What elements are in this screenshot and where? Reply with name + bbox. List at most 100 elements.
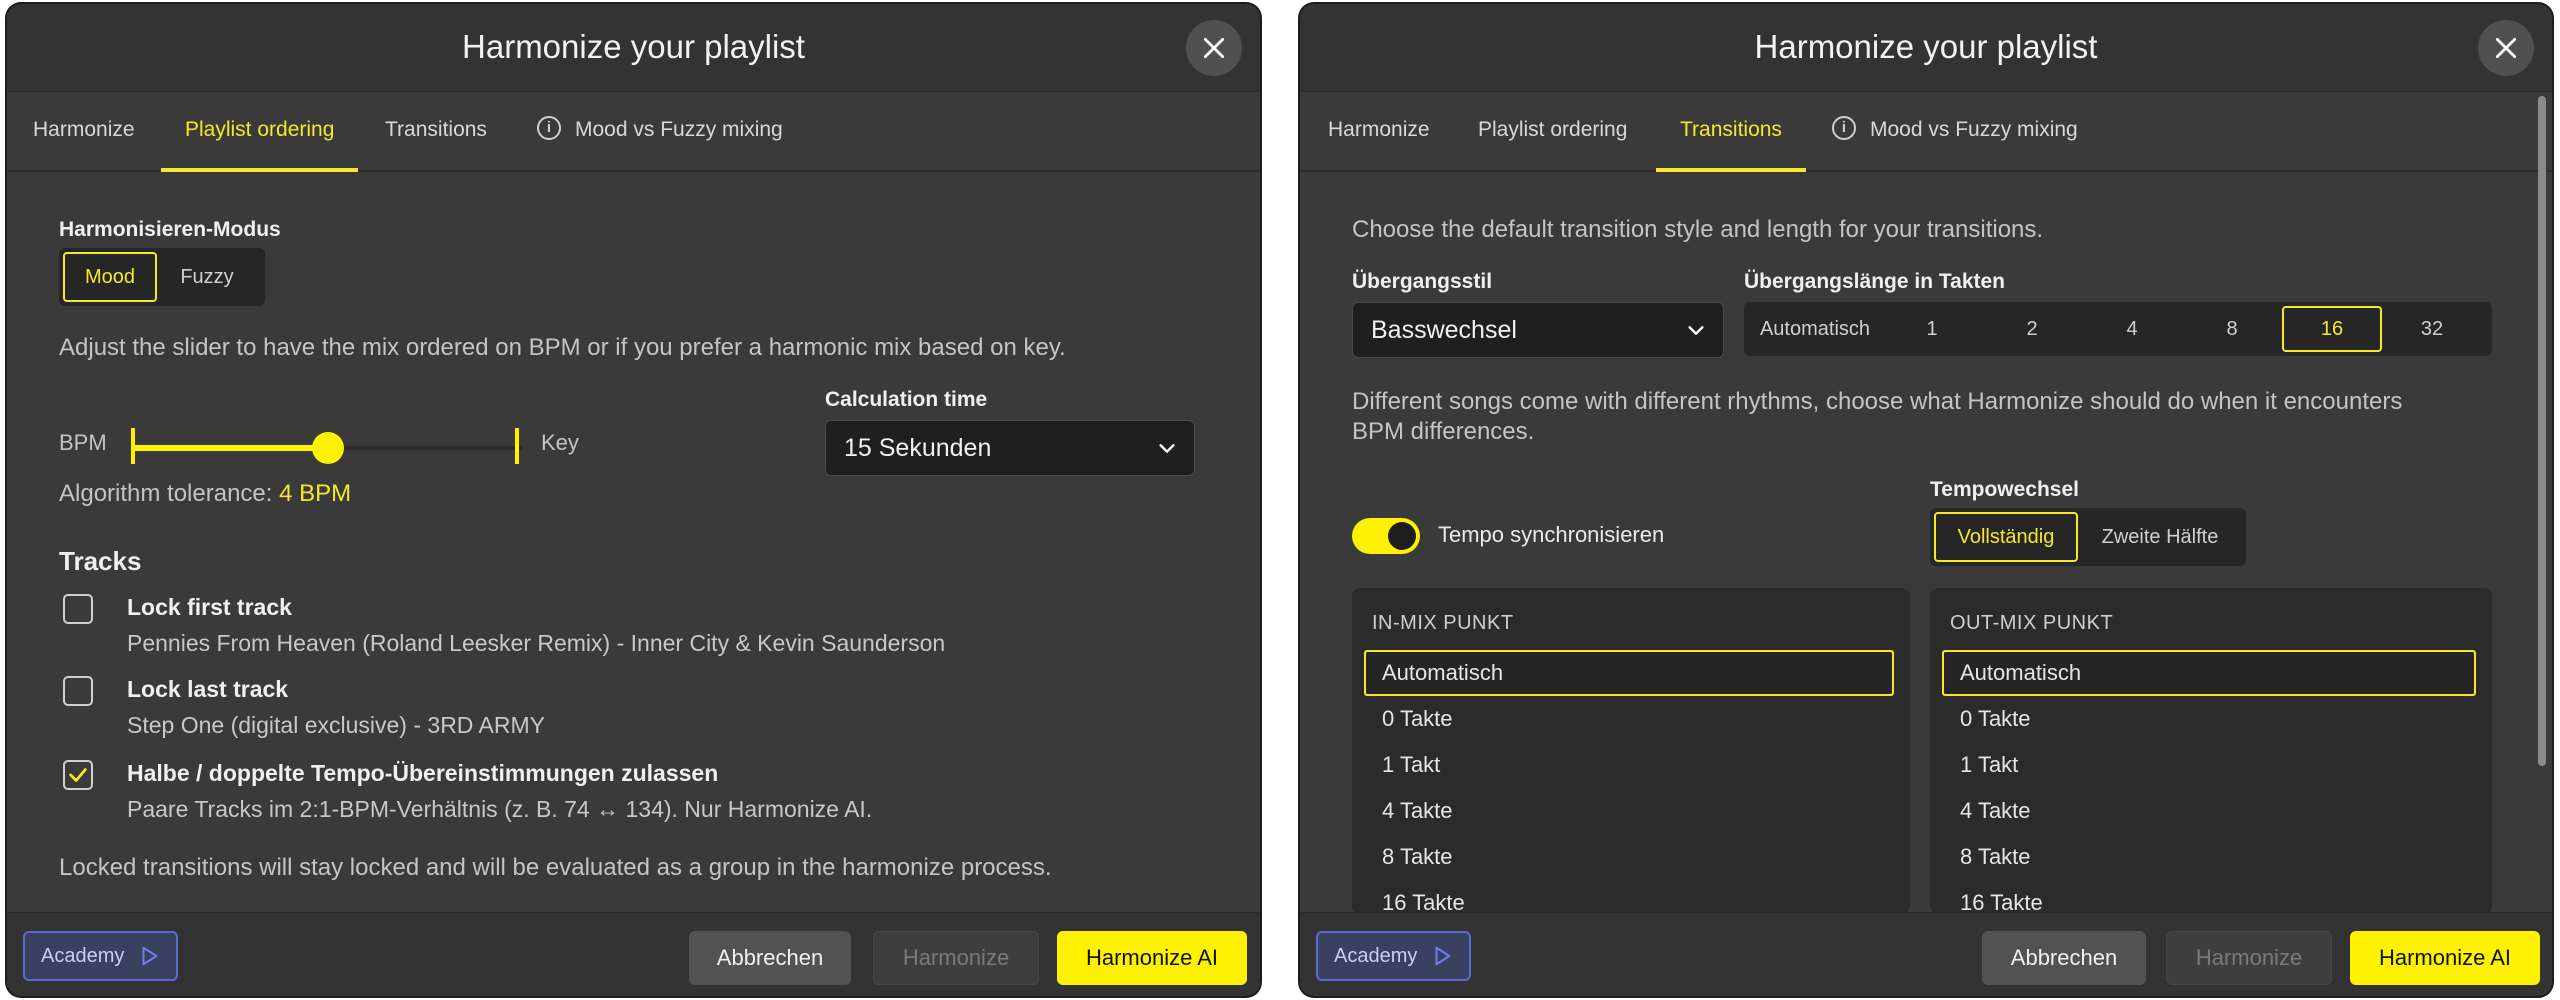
tab-transitions[interactable]: Transitions — [1656, 92, 1806, 172]
toggle-knob — [1388, 522, 1416, 550]
tempo-change-segmented-control: Vollständig Zweite Hälfte — [1930, 508, 2246, 566]
tempo-sync-toggle[interactable] — [1352, 518, 1420, 554]
length-option-1[interactable]: 1 — [1882, 306, 1982, 352]
out-mix-option-4[interactable]: 4 Takte — [1942, 788, 2476, 834]
academy-button[interactable]: Academy — [23, 931, 179, 981]
harmonize-button[interactable]: Harmonize — [2166, 931, 2332, 985]
tempo-change-option-full[interactable]: Vollständig — [1934, 512, 2078, 562]
dialog-footer: Academy Abbrechen Harmonize Harmonize AI — [7, 912, 1260, 996]
in-mix-point-title: IN-MIX PUNKT — [1372, 612, 1514, 634]
out-mix-option-auto[interactable]: Automatisch — [1942, 650, 2476, 696]
tracks-heading: Tracks — [59, 546, 142, 576]
academy-label: Academy — [1334, 944, 1418, 967]
lock-first-track-title: Lock first track — [127, 594, 292, 620]
length-option-16[interactable]: 16 — [2282, 306, 2382, 352]
harmonize-button[interactable]: Harmonize — [873, 931, 1039, 985]
mode-option-fuzzy[interactable]: Fuzzy — [157, 252, 257, 302]
play-icon — [1435, 946, 1451, 966]
out-mix-option-16[interactable]: 16 Takte — [1942, 880, 2476, 914]
tab-mood-vs-fuzzy-label: Mood vs Fuzzy mixing — [575, 118, 783, 141]
close-icon — [1203, 37, 1225, 59]
tolerance-row: Algorithm tolerance: 4 BPM — [59, 480, 351, 508]
check-icon — [69, 768, 87, 782]
calc-time-label: Calculation time — [825, 388, 988, 411]
harmonize-ai-button[interactable]: Harmonize AI — [1057, 931, 1247, 985]
close-button[interactable] — [2478, 20, 2534, 76]
chevron-down-icon — [1159, 444, 1175, 453]
tempo-sync-label: Tempo synchronisieren — [1438, 522, 1665, 547]
close-button[interactable] — [1186, 20, 1242, 76]
dialog-footer: Academy Abbrechen Harmonize Harmonize AI — [1300, 912, 2552, 996]
length-option-32[interactable]: 32 — [2382, 306, 2482, 352]
tab-bar: Harmonize Playlist ordering Transitions … — [7, 92, 1260, 172]
tab-mood-vs-fuzzy-label: Mood vs Fuzzy mixing — [1870, 118, 2078, 141]
out-mix-point-title: OUT-MIX PUNKT — [1950, 612, 2114, 634]
lock-last-track-title: Lock last track — [127, 676, 289, 702]
tab-harmonize[interactable]: Harmonize — [33, 92, 135, 170]
mode-segmented-control: Mood Fuzzy — [59, 248, 265, 306]
out-mix-option-8[interactable]: 8 Takte — [1942, 834, 2476, 880]
locked-transitions-note: Locked transitions will stay locked and … — [59, 854, 1052, 881]
out-mix-option-1[interactable]: 1 Takt — [1942, 742, 2476, 788]
half-double-tempo-title: Halbe / doppelte Tempo-Übereinstimmungen… — [127, 760, 719, 786]
length-option-2[interactable]: 2 — [1982, 306, 2082, 352]
slider-end-tick — [515, 428, 519, 464]
rhythm-description-line1: Different songs come with different rhyt… — [1352, 388, 2403, 415]
slider-bpm-label: BPM — [59, 430, 107, 455]
transition-style-select[interactable]: Basswechsel — [1352, 302, 1724, 358]
in-mix-option-4[interactable]: 4 Takte — [1364, 788, 1894, 834]
half-double-tempo-subtitle: Paare Tracks im 2:1-BPM-Verhältnis (z. B… — [127, 796, 873, 822]
tab-mood-vs-fuzzy[interactable]: i Mood vs Fuzzy mixing — [537, 92, 783, 170]
dialog-title: Harmonize your playlist — [462, 28, 805, 65]
lock-first-track-checkbox[interactable] — [63, 594, 93, 624]
info-icon: i — [537, 116, 561, 141]
mode-option-mood[interactable]: Mood — [63, 252, 157, 302]
in-mix-option-1[interactable]: 1 Takt — [1364, 742, 1894, 788]
calc-time-select[interactable]: 15 Sekunden — [825, 420, 1195, 476]
tolerance-value: 4 BPM — [279, 480, 352, 507]
tab-harmonize[interactable]: Harmonize — [1328, 92, 1430, 170]
in-mix-option-0[interactable]: 0 Takte — [1364, 696, 1894, 742]
tempo-change-label: Tempowechsel — [1930, 478, 2079, 501]
tab-mood-vs-fuzzy[interactable]: i Mood vs Fuzzy mixing — [1832, 92, 2078, 170]
transition-style-value: Basswechsel — [1371, 315, 1517, 344]
lock-last-track-checkbox[interactable] — [63, 676, 93, 706]
info-icon: i — [1832, 116, 1856, 141]
harmonize-ai-button[interactable]: Harmonize AI — [2350, 931, 2540, 985]
tab-transitions[interactable]: Transitions — [385, 92, 487, 170]
tolerance-label: Algorithm tolerance: — [59, 480, 273, 507]
scrollbar[interactable] — [2538, 96, 2546, 766]
half-double-tempo-checkbox[interactable] — [63, 760, 93, 790]
cancel-button[interactable]: Abbrechen — [1982, 931, 2146, 985]
length-option-4[interactable]: 4 — [2082, 306, 2182, 352]
slider-key-label: Key — [541, 430, 579, 455]
out-mix-option-0[interactable]: 0 Takte — [1942, 696, 2476, 742]
style-label: Übergangsstil — [1352, 270, 1493, 293]
length-option-8[interactable]: 8 — [2182, 306, 2282, 352]
tempo-change-option-second-half[interactable]: Zweite Hälfte — [2078, 512, 2242, 562]
calc-time-value: 15 Sekunden — [844, 433, 992, 462]
length-segmented-control: Automatisch 1 2 4 8 16 32 — [1744, 302, 2492, 356]
out-mix-point-list: Automatisch 0 Takte 1 Takt 4 Takte 8 Tak… — [1942, 650, 2476, 914]
in-mix-option-auto[interactable]: Automatisch — [1364, 650, 1894, 696]
in-mix-option-16[interactable]: 16 Takte — [1364, 880, 1894, 914]
chevron-down-icon — [1688, 326, 1704, 335]
lock-first-track-subtitle: Pennies From Heaven (Roland Leesker Remi… — [127, 630, 946, 656]
cancel-button[interactable]: Abbrechen — [689, 931, 851, 985]
slider-thumb[interactable] — [312, 432, 344, 464]
length-label: Übergangslänge in Takten — [1744, 270, 2005, 293]
slider-description: Adjust the slider to have the mix ordere… — [59, 334, 1066, 361]
slider-fill — [133, 445, 328, 451]
academy-button[interactable]: Academy — [1316, 931, 1472, 981]
mode-label: Harmonisieren-Modus — [59, 218, 281, 241]
in-mix-point-list: Automatisch 0 Takte 1 Takt 4 Takte 8 Tak… — [1364, 650, 1894, 914]
in-mix-point-panel: IN-MIX PUNKT Automatisch 0 Takte 1 Takt … — [1352, 588, 1910, 914]
length-option-auto[interactable]: Automatisch — [1748, 306, 1882, 352]
tab-playlist-ordering[interactable]: Playlist ordering — [160, 92, 359, 172]
in-mix-option-8[interactable]: 8 Takte — [1364, 834, 1894, 880]
tab-playlist-ordering[interactable]: Playlist ordering — [1478, 92, 1627, 170]
dialog-header: Harmonize your playlist — [1300, 4, 2552, 92]
transitions-intro: Choose the default transition style and … — [1352, 216, 2044, 243]
rhythm-description-line2: BPM differences. — [1352, 418, 1535, 445]
lock-last-track-subtitle: Step One (digital exclusive) - 3RD ARMY — [127, 712, 545, 738]
